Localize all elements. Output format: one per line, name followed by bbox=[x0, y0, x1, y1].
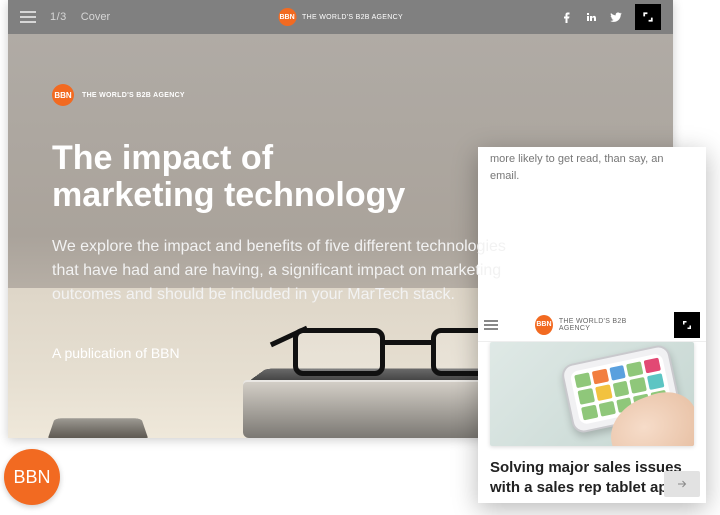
page-label: Cover bbox=[81, 11, 110, 23]
brand-pill: BBN THE WORLD'S B2B AGENCY bbox=[278, 8, 403, 26]
page-indicator: 1/3 bbox=[50, 11, 67, 23]
bbn-badge[interactable]: BBN bbox=[4, 449, 60, 505]
brand-logo: BBN bbox=[278, 8, 296, 26]
hero-byline: A publication of BBN bbox=[52, 345, 629, 361]
twitter-icon[interactable] bbox=[609, 11, 623, 23]
linkedin-icon[interactable] bbox=[585, 11, 597, 23]
hero-brand: BBN THE WORLD'S B2B AGENCY bbox=[52, 84, 629, 106]
phone-illustration bbox=[48, 418, 148, 438]
menu-icon[interactable] bbox=[20, 11, 36, 23]
brand-logo: BBN bbox=[52, 84, 74, 106]
hero-lead: We explore the impact and benefits of fi… bbox=[52, 235, 532, 307]
mobile-content[interactable]: Solving major sales issues with a sales … bbox=[478, 342, 706, 503]
brand-tagline: THE WORLD'S B2B AGENCY bbox=[302, 14, 403, 21]
fullscreen-icon[interactable] bbox=[674, 312, 700, 338]
facebook-icon[interactable] bbox=[561, 11, 573, 23]
fullscreen-icon[interactable] bbox=[635, 4, 661, 30]
next-page-button[interactable] bbox=[664, 471, 700, 497]
brand-tagline: THE WORLD'S B2B AGENCY bbox=[82, 92, 185, 99]
hero-title: The impact of marketing technology bbox=[52, 140, 629, 215]
viewer-topbar: 1/3 Cover BBN THE WORLD'S B2B AGENCY bbox=[8, 0, 673, 34]
